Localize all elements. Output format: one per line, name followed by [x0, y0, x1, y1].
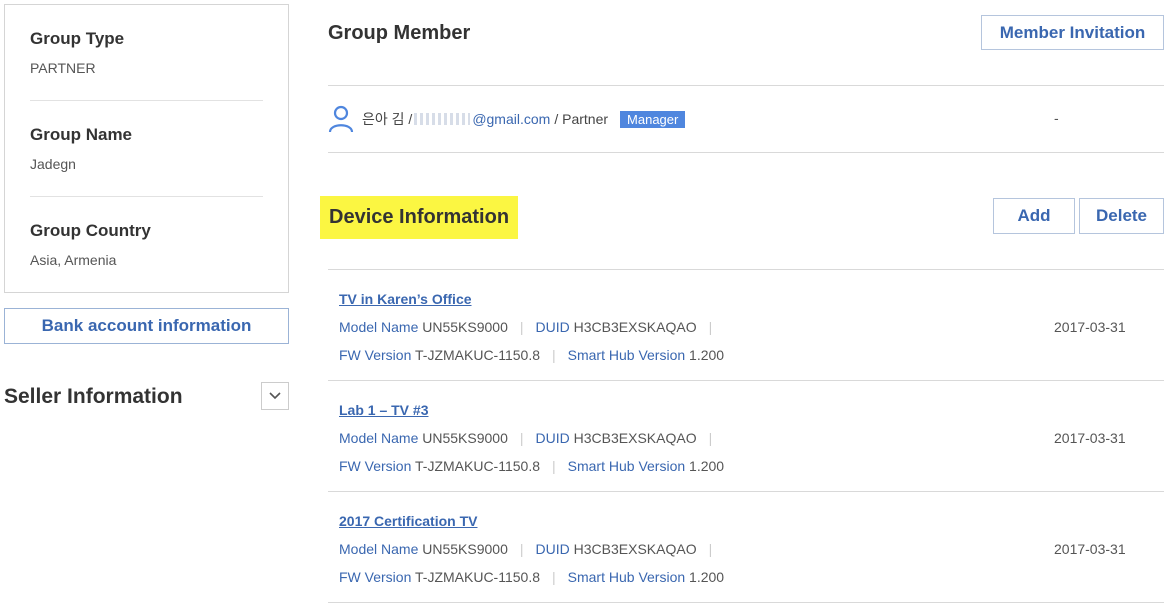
model-label: Model Name — [339, 541, 419, 557]
device-name-link[interactable]: Lab 1 – TV #3 — [339, 402, 428, 418]
model-value: UN55KS9000 — [422, 430, 508, 446]
device-row: Lab 1 – TV #3 Model Name UN55KS9000 | DUID… — [328, 381, 1164, 492]
device-date: 2017-03-31 — [1054, 541, 1126, 557]
member-invitation-button[interactable]: Member Invitation — [981, 15, 1164, 50]
device-model-line: Model Name UN55KS9000 | DUID H3CB3EXSKAQAO… — [339, 541, 724, 557]
member-row: 은아 김 / @gmail.com / Partner Manager — [328, 104, 1164, 134]
separator: | — [708, 541, 713, 557]
device-date: 2017-03-31 — [1054, 319, 1126, 335]
separator: | — [552, 458, 556, 474]
member-role: / Partner — [554, 111, 609, 127]
device-name-link[interactable]: TV in Karen’s Office — [339, 291, 472, 307]
chevron-down-icon — [269, 392, 281, 400]
person-icon — [328, 105, 354, 133]
group-type-label: Group Type — [30, 29, 125, 48]
member-name: 은아 김 / — [362, 111, 413, 127]
hub-label: Smart Hub Version — [567, 347, 686, 363]
seller-information-title: Seller Information — [4, 385, 183, 408]
hub-value: 1.200 — [689, 458, 725, 474]
duid-value: H3CB3EXSKAQAO — [573, 541, 697, 557]
separator: | — [708, 430, 713, 446]
device-model-line: Model Name UN55KS9000 | DUID H3CB3EXSKAQAO… — [339, 430, 724, 446]
member-date: - — [1054, 110, 1059, 126]
device-name-link[interactable]: 2017 Certification TV — [339, 513, 478, 529]
hub-value: 1.200 — [689, 569, 725, 585]
group-country-value: Asia, Armenia — [30, 252, 117, 268]
device-version-line: FW Version T-JZMAKUC-1150.8 | Smart Hub Ve… — [339, 347, 724, 363]
separator: | — [552, 347, 556, 363]
group-country-section: Group Country Asia, Armenia — [30, 197, 263, 293]
hub-value: 1.200 — [689, 347, 725, 363]
separator: | — [708, 319, 713, 335]
separator: | — [519, 319, 524, 335]
manager-badge: Manager — [620, 110, 686, 128]
model-value: UN55KS9000 — [422, 541, 508, 557]
separator: | — [519, 541, 524, 557]
separator: | — [552, 569, 556, 585]
group-name-section: Group Name Jadegn — [30, 101, 263, 197]
device-row: 2017 Certification TV Model Name UN55KS9… — [328, 492, 1164, 603]
hub-label: Smart Hub Version — [567, 569, 686, 585]
device-version-line: FW Version T-JZMAKUC-1150.8 | Smart Hub Ve… — [339, 458, 724, 474]
duid-label: DUID — [535, 430, 570, 446]
divider — [328, 152, 1164, 153]
group-member-title: Group Member — [328, 22, 471, 44]
fw-value: T-JZMAKUC-1150.8 — [415, 569, 540, 585]
add-button[interactable]: Add — [993, 198, 1075, 234]
model-value: UN55KS9000 — [422, 319, 508, 335]
divider — [328, 85, 1164, 86]
device-model-line: Model Name UN55KS9000 | DUID H3CB3EXSKAQAO… — [339, 319, 724, 335]
member-email: @gmail.com — [472, 111, 551, 127]
device-row: TV in Karen’s Office Model Name UN55KS90… — [328, 270, 1164, 381]
divider — [328, 602, 1164, 603]
group-info-panel: Group Type PARTNER Group Name Jadegn Gro… — [4, 4, 289, 293]
group-type-value: PARTNER — [30, 60, 96, 76]
fw-label: FW Version — [339, 569, 412, 585]
group-type-section: Group Type PARTNER — [30, 5, 263, 101]
seller-toggle-button[interactable] — [261, 382, 289, 410]
fw-value: T-JZMAKUC-1150.8 — [415, 458, 540, 474]
duid-value: H3CB3EXSKAQAO — [573, 430, 697, 446]
fw-value: T-JZMAKUC-1150.8 — [415, 347, 540, 363]
bank-account-button[interactable]: Bank account information — [4, 308, 289, 344]
hub-label: Smart Hub Version — [567, 458, 686, 474]
separator: | — [519, 430, 524, 446]
duid-value: H3CB3EXSKAQAO — [573, 319, 697, 335]
model-label: Model Name — [339, 319, 419, 335]
device-date: 2017-03-31 — [1054, 430, 1126, 446]
group-name-value: Jadegn — [30, 156, 76, 172]
device-version-line: FW Version T-JZMAKUC-1150.8 | Smart Hub Ve… — [339, 569, 724, 585]
fw-label: FW Version — [339, 458, 412, 474]
duid-label: DUID — [535, 319, 570, 335]
masked-email-local-part — [414, 113, 471, 125]
device-information-title: Device Information — [320, 196, 519, 239]
delete-button[interactable]: Delete — [1079, 198, 1164, 234]
duid-label: DUID — [535, 541, 570, 557]
model-label: Model Name — [339, 430, 419, 446]
fw-label: FW Version — [339, 347, 412, 363]
group-country-label: Group Country — [30, 221, 151, 240]
group-name-label: Group Name — [30, 125, 133, 144]
